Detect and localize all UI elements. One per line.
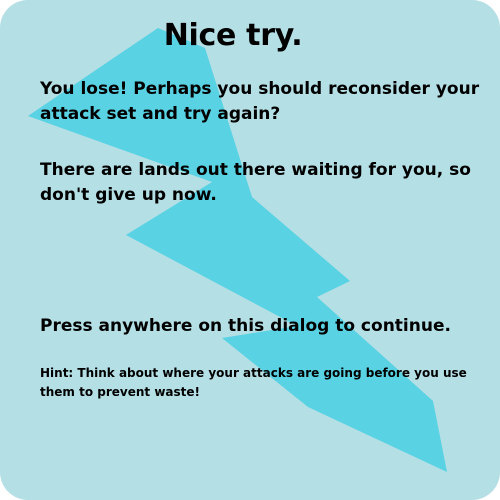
dialog-title: Nice try.: [163, 18, 303, 53]
hint-text: Hint: Think about where your attacks are…: [40, 366, 467, 399]
lose-message: You lose! Perhaps you should reconsider …: [40, 79, 480, 124]
encouragement-message: There are lands out there waiting for yo…: [40, 160, 471, 205]
lightning-bolt-icon: [28, 28, 447, 472]
lose-dialog[interactable]: Nice try. You lose! Perhaps you should r…: [0, 0, 500, 500]
continue-prompt: Press anywhere on this dialog to continu…: [40, 316, 451, 336]
